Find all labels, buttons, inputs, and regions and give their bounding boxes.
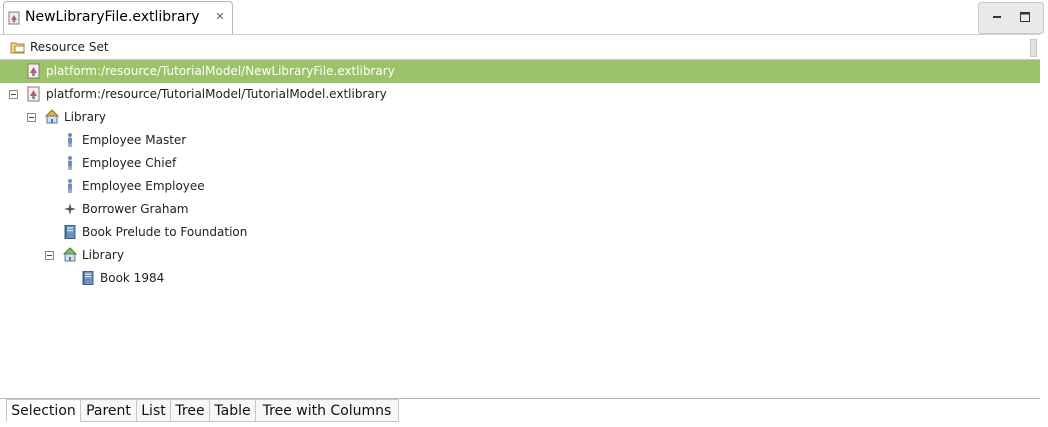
tree-row-label: platform:/resource/TutorialModel/NewLibr… — [46, 64, 395, 78]
employee-icon — [68, 133, 72, 147]
library-icon — [44, 109, 60, 124]
editor-tab[interactable]: NewLibraryFile.extlibrary ✕ — [3, 1, 233, 35]
minimize-icon[interactable] — [989, 9, 1005, 25]
title-divider — [0, 34, 1040, 35]
borrower-icon — [64, 203, 76, 215]
maximize-icon[interactable] — [1017, 9, 1033, 25]
employee-icon — [68, 156, 72, 170]
tab-label: Selection — [11, 403, 76, 419]
tree-row-label: platform:/resource/TutorialModel/Tutoria… — [46, 87, 387, 101]
folder-icon — [10, 42, 25, 54]
tree-header-divider — [0, 59, 1040, 60]
bottom-tab-bar: Selection Parent List Tree Table Tree wi… — [6, 399, 1040, 423]
tree-row-label: Employee Master — [82, 133, 187, 147]
tab-selection[interactable]: Selection — [6, 399, 81, 422]
close-icon[interactable]: ✕ — [214, 11, 226, 23]
tab-label: List — [141, 403, 166, 419]
tab-label: Parent — [86, 403, 131, 419]
book-icon — [82, 271, 94, 285]
tab-table[interactable]: Table — [210, 399, 256, 422]
tab-tree-with-columns[interactable]: Tree with Columns — [256, 399, 399, 422]
tree-row-library[interactable]: Library — [0, 106, 1040, 129]
tree-row-employee-employee[interactable]: Employee Employee — [0, 175, 1040, 198]
editor-tab-title: NewLibraryFile.extlibrary — [25, 9, 200, 25]
resource-icon — [27, 86, 40, 102]
tree-row-label: Borrower Graham — [82, 202, 189, 216]
tab-label: Tree — [175, 403, 205, 419]
collapse-toggle[interactable] — [45, 251, 54, 260]
tree-row-book-1984[interactable]: Book 1984 — [0, 267, 1040, 290]
tree-row-label: Employee Employee — [82, 179, 205, 193]
tree-row-book-prelude[interactable]: Book Prelude to Foundation — [0, 221, 1040, 244]
tree-row-tutorialmodel[interactable]: platform:/resource/TutorialModel/Tutoria… — [0, 83, 1040, 106]
resource-tree[interactable]: Resource Set platform:/resource/Tutorial… — [0, 36, 1040, 396]
window-controls — [978, 2, 1044, 34]
tree-row-newlibraryfile[interactable]: platform:/resource/TutorialModel/NewLibr… — [0, 60, 1040, 83]
tree-row-employee-chief[interactable]: Employee Chief — [0, 152, 1040, 175]
tree-row-resource-set[interactable]: Resource Set — [0, 36, 1040, 59]
extlibrary-file-icon — [8, 11, 20, 25]
tree-row-employee-master[interactable]: Employee Master — [0, 129, 1040, 152]
vertical-scrollbar[interactable] — [1027, 37, 1039, 59]
tab-list[interactable]: List — [137, 399, 171, 422]
scrollbar-thumb[interactable] — [1030, 39, 1037, 57]
tree-row-library-nested[interactable]: Library — [0, 244, 1040, 267]
tab-parent[interactable]: Parent — [81, 399, 137, 422]
tab-label: Table — [214, 403, 251, 419]
library-icon — [62, 247, 78, 262]
tree-row-label: Employee Chief — [82, 156, 177, 170]
tree-row-label: Resource Set — [30, 40, 109, 54]
tab-label: Tree with Columns — [262, 403, 392, 419]
tree-row-label: Library — [82, 248, 124, 262]
tree-row-label: Book Prelude to Foundation — [82, 225, 248, 239]
collapse-toggle[interactable] — [9, 90, 18, 99]
resource-icon — [27, 63, 40, 79]
tree-row-label: Book 1984 — [100, 271, 165, 285]
tree-row-borrower-graham[interactable]: Borrower Graham — [0, 198, 1040, 221]
tree-row-label: Library — [64, 110, 106, 124]
editor-title-bar: NewLibraryFile.extlibrary ✕ — [0, 0, 1048, 35]
tab-tree[interactable]: Tree — [171, 399, 210, 422]
employee-icon — [68, 179, 72, 193]
collapse-toggle[interactable] — [27, 113, 36, 122]
book-icon — [64, 225, 76, 239]
